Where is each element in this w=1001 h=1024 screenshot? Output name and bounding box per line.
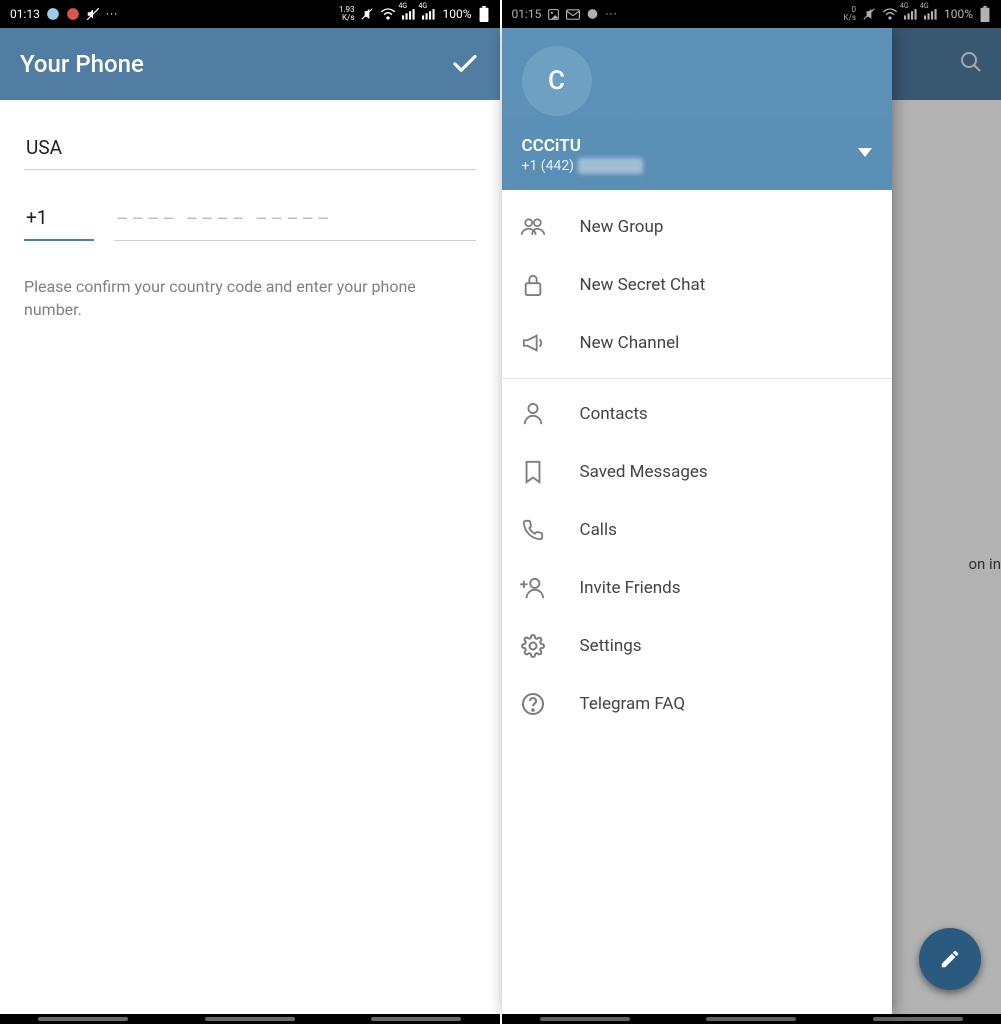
status-time: 01:13 (10, 7, 40, 21)
nav-recents[interactable] (38, 1017, 128, 1021)
lock-icon (520, 273, 546, 297)
avatar-letter: C (548, 66, 565, 96)
menu-label: Settings (580, 636, 642, 656)
battery-icon (478, 6, 490, 22)
account-name: CCCiTU (522, 136, 644, 156)
phone-entry-form: USA +1 –––– –––– ––––– Please confirm yo… (0, 100, 500, 321)
country-code-input[interactable]: +1 (24, 200, 94, 241)
search-button[interactable] (959, 50, 983, 74)
megaphone-icon (520, 332, 546, 354)
confirm-button[interactable] (450, 49, 480, 79)
status-more-icon: ··· (605, 7, 617, 21)
menu-telegram-faq[interactable]: Telegram FAQ (502, 675, 892, 733)
background-text: on in (969, 555, 1001, 573)
navigation-drawer: C CCCiTU +1 (442) XXXXXXX New Gro (502, 28, 892, 1014)
gear-icon (520, 634, 546, 658)
android-navbar-left (0, 1014, 500, 1024)
status-battery-pct: 100% (442, 7, 471, 21)
country-field[interactable]: USA (24, 130, 476, 170)
nav-back[interactable] (873, 1017, 963, 1021)
signal-icon-2: 4G (924, 8, 938, 20)
status-battery-pct: 100% (944, 7, 973, 21)
toolbar-left: Your Phone (0, 28, 500, 100)
menu-label: Calls (580, 520, 617, 540)
nav-back[interactable] (371, 1017, 461, 1021)
status-muted-icon (86, 7, 100, 21)
android-navbar-right (502, 1014, 1001, 1024)
chat-icon (586, 8, 599, 21)
status-more-icon: ··· (106, 7, 118, 21)
bookmark-icon (520, 460, 546, 484)
menu-label: Contacts (580, 404, 648, 424)
phone-number-input[interactable]: –––– –––– ––––– (114, 201, 476, 241)
status-app-icon (46, 7, 60, 21)
menu-calls[interactable]: Calls (502, 501, 892, 559)
page-title: Your Phone (20, 50, 144, 78)
group-icon (520, 217, 546, 237)
mute-icon (360, 7, 374, 21)
signal-icon-2: 4G (422, 8, 436, 20)
signal-icon: 4G (402, 8, 416, 20)
invite-icon (520, 577, 546, 599)
menu-label: Invite Friends (580, 578, 681, 598)
mute-icon (862, 7, 876, 21)
status-bar-left: 01:13 ··· 1.93 K/s 4G (0, 0, 500, 28)
wifi-icon (380, 8, 396, 20)
nav-home[interactable] (706, 1017, 796, 1021)
compose-fab[interactable] (919, 928, 981, 990)
phone-icon (520, 519, 546, 541)
gallery-icon (547, 8, 560, 21)
menu-saved-messages[interactable]: Saved Messages (502, 443, 892, 501)
menu-new-secret-chat[interactable]: New Secret Chat (502, 256, 892, 314)
menu-label: New Group (580, 217, 664, 237)
account-phone: +1 (442) XXXXXXX (522, 158, 644, 174)
battery-icon (979, 6, 991, 22)
drawer-menu: New Group New Secret Chat New Channel (502, 190, 892, 741)
menu-label: New Channel (580, 333, 680, 353)
menu-label: Telegram FAQ (580, 694, 686, 714)
status-speed: 0 K/s (844, 6, 856, 22)
wifi-icon (882, 8, 898, 20)
avatar[interactable]: C (522, 46, 592, 116)
account-switcher[interactable] (858, 148, 872, 158)
hint-text: Please confirm your country code and ent… (24, 275, 476, 321)
mail-icon (566, 9, 580, 20)
status-speed: 1.93 K/s (339, 6, 355, 22)
drawer-header: C CCCiTU +1 (442) XXXXXXX (502, 28, 892, 190)
status-time: 01:15 (512, 7, 542, 21)
menu-new-group[interactable]: New Group (502, 198, 892, 256)
person-icon (520, 402, 546, 426)
menu-settings[interactable]: Settings (502, 617, 892, 675)
menu-label: Saved Messages (580, 462, 708, 482)
status-app-icon-2 (66, 7, 80, 21)
help-icon (520, 692, 546, 716)
phone-right: 01:15 ··· 0 K/s 4G (502, 0, 1001, 1024)
signal-icon: 4G (904, 8, 918, 20)
menu-label: New Secret Chat (580, 275, 706, 295)
status-bar-right: 01:15 ··· 0 K/s 4G (502, 0, 1001, 28)
menu-separator (502, 378, 892, 379)
menu-contacts[interactable]: Contacts (502, 385, 892, 443)
nav-home[interactable] (205, 1017, 295, 1021)
menu-invite-friends[interactable]: Invite Friends (502, 559, 892, 617)
nav-recents[interactable] (540, 1017, 630, 1021)
phone-left: 01:13 ··· 1.93 K/s 4G (0, 0, 500, 1024)
menu-new-channel[interactable]: New Channel (502, 314, 892, 372)
